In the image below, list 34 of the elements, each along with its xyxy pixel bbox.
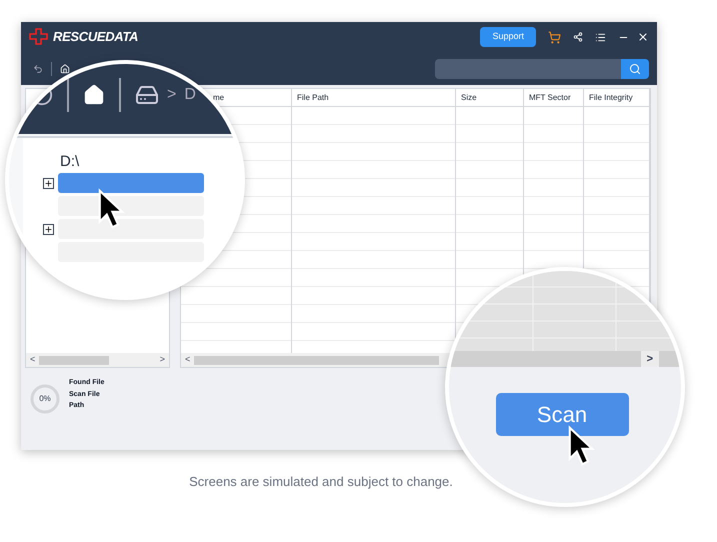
cursor-icon — [566, 425, 596, 467]
search-icon — [629, 62, 641, 74]
breadcrumb-drive[interactable]: D — [184, 83, 196, 107]
logo-text: RESCUEDATA — [53, 28, 138, 46]
cart-icon[interactable] — [548, 30, 561, 44]
progress-percent: 0% — [39, 393, 51, 405]
search-field[interactable] — [435, 58, 621, 78]
column-header[interactable]: File Integrity — [589, 92, 633, 104]
expand-icon[interactable] — [43, 178, 54, 188]
drive-icon[interactable] — [135, 83, 159, 107]
column-header[interactable]: Size — [461, 92, 477, 104]
scroll-right-arrow[interactable]: > — [160, 353, 165, 367]
search-button[interactable] — [621, 58, 649, 78]
disclaimer-caption: Screens are simulated and subject to change. — [189, 473, 453, 491]
breadcrumb-separator: > — [167, 85, 176, 105]
close-icon[interactable] — [637, 31, 649, 43]
cursor-icon — [96, 188, 126, 230]
scroll-left-arrow[interactable]: < — [185, 353, 190, 367]
tree-root-label[interactable]: D:\ — [60, 152, 241, 172]
back-icon[interactable] — [33, 64, 43, 74]
expand-icon[interactable] — [43, 224, 54, 234]
horizontal-scrollbar[interactable]: < > — [26, 353, 169, 367]
scroll-left-arrow[interactable]: < — [30, 353, 36, 367]
column-header[interactable]: File Path — [297, 92, 329, 104]
horizontal-scrollbar[interactable]: > — [449, 351, 681, 367]
column-header[interactable]: MFT Sector — [529, 92, 571, 104]
column-header[interactable]: me — [213, 92, 224, 104]
scrollbar-thumb[interactable] — [39, 356, 110, 364]
home-icon[interactable] — [60, 64, 70, 74]
scrollbar-thumb[interactable] — [194, 356, 439, 364]
home-icon[interactable] — [83, 84, 105, 106]
cross-logo-icon — [29, 28, 49, 46]
menu-icon[interactable] — [595, 32, 606, 42]
share-icon[interactable] — [573, 32, 583, 42]
